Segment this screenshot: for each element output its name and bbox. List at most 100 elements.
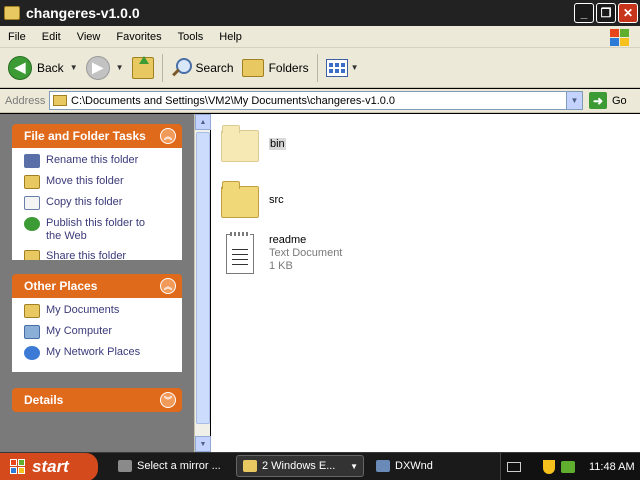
search-icon: [171, 57, 192, 78]
windows-logo-icon: [604, 26, 634, 48]
toolbar-separator: [161, 53, 163, 82]
go-arrow-icon: ➜: [589, 92, 607, 109]
group-title: Other Places: [24, 279, 98, 293]
app-icon: [376, 460, 390, 472]
task-label: Select a mirror ...: [137, 460, 221, 472]
folder-icon: [4, 6, 20, 20]
details-group: Details ︾: [12, 388, 182, 412]
file-name-wrap: src: [269, 194, 284, 207]
menu-help[interactable]: Help: [211, 31, 250, 43]
keyboard-icon[interactable]: [507, 462, 521, 472]
app-icon: [118, 460, 132, 472]
window-title: changeres-v1.0.0: [26, 5, 140, 21]
address-dropdown-icon[interactable]: ▼: [566, 92, 582, 109]
views-button[interactable]: ▼: [322, 51, 363, 85]
task-share-folder[interactable]: Share this folder: [24, 250, 182, 260]
my-documents-icon: [24, 304, 40, 318]
task-label: 2 Windows E...: [262, 460, 336, 472]
group-dropdown-icon: ▼: [350, 461, 358, 471]
file-item-readme[interactable]: readme Text Document 1 KB: [221, 232, 342, 274]
forward-arrow-icon: ▶: [85, 55, 110, 80]
go-button[interactable]: ➜ Go: [589, 92, 627, 109]
network-icon[interactable]: [561, 461, 575, 473]
back-button[interactable]: ◀ Back ▼: [4, 51, 82, 85]
file-info: readme Text Document 1 KB: [269, 234, 342, 273]
rename-icon: [24, 154, 40, 168]
search-label: Search: [195, 60, 234, 75]
back-dropdown-icon[interactable]: ▼: [70, 63, 78, 72]
title-bar[interactable]: changeres-v1.0.0 _ ❐ ✕: [0, 0, 640, 26]
up-folder-icon: [131, 55, 154, 79]
other-places-body: My Documents My Computer My Network Plac…: [12, 298, 182, 372]
up-folder-button[interactable]: [128, 51, 158, 85]
address-bar: Address C:\Documents and Settings\VM2\My…: [0, 89, 640, 113]
scroll-thumb[interactable]: [196, 132, 210, 424]
menu-bar: File Edit View Favorites Tools Help: [0, 26, 640, 48]
clock[interactable]: 11:48 AM: [589, 461, 635, 473]
address-input[interactable]: C:\Documents and Settings\VM2\My Documen…: [49, 91, 583, 110]
file-type: Text Document: [269, 247, 343, 259]
go-label: Go: [612, 94, 627, 107]
scroll-up-icon[interactable]: ▲: [195, 114, 211, 130]
system-tray: 11:48 AM: [500, 453, 640, 480]
place-my-computer[interactable]: My Computer: [24, 325, 182, 339]
address-label: Address: [5, 94, 46, 107]
toolbar: ◀ Back ▼ ▶ ▼ Search Folders ▼: [0, 48, 640, 88]
task-rename-folder[interactable]: Rename this folder: [24, 154, 182, 168]
close-button[interactable]: ✕: [618, 3, 638, 23]
copy-icon: [24, 196, 40, 210]
taskbar: start Select a mirror ... 2 Windows E...…: [0, 452, 640, 480]
menu-tools[interactable]: Tools: [170, 31, 212, 43]
address-path: C:\Documents and Settings\VM2\My Documen…: [71, 94, 396, 107]
details-header[interactable]: Details ︾: [12, 388, 182, 412]
forward-button[interactable]: ▶ ▼: [82, 51, 128, 85]
other-places-group: Other Places ︽ My Documents My Computer …: [12, 274, 182, 372]
group-title: Details: [24, 393, 64, 407]
task-label: Copy this folder: [46, 196, 123, 208]
share-icon: [24, 250, 40, 260]
windows-logo-icon: [10, 459, 26, 475]
menu-view[interactable]: View: [69, 31, 109, 43]
publish-icon: [24, 217, 40, 231]
file-folder-tasks-header[interactable]: File and Folder Tasks ︽: [12, 124, 182, 148]
security-shield-icon[interactable]: [543, 460, 555, 474]
file-item-bin[interactable]: bin: [221, 125, 286, 162]
start-button[interactable]: start: [0, 453, 98, 480]
menu-edit[interactable]: Edit: [34, 31, 69, 43]
taskbar-item-mirror[interactable]: Select a mirror ...: [112, 455, 230, 477]
search-button[interactable]: Search: [167, 51, 238, 85]
folders-button[interactable]: Folders: [238, 51, 313, 85]
file-folder-tasks-group: File and Folder Tasks ︽ Rename this fold…: [12, 124, 182, 260]
taskbar-item-explorer[interactable]: 2 Windows E... ▼: [236, 455, 364, 477]
maximize-button[interactable]: ❐: [596, 3, 616, 23]
minimize-button[interactable]: _: [574, 3, 594, 23]
place-my-documents[interactable]: My Documents: [24, 304, 182, 318]
task-label: Rename this folder: [46, 154, 139, 166]
start-label: start: [32, 457, 69, 476]
menu-file[interactable]: File: [0, 31, 34, 43]
task-move-folder[interactable]: Move this folder: [24, 175, 182, 189]
my-network-icon: [24, 346, 40, 360]
views-icon: [325, 58, 348, 77]
other-places-header[interactable]: Other Places ︽: [12, 274, 182, 298]
menu-favorites[interactable]: Favorites: [108, 31, 169, 43]
task-publish-folder[interactable]: Publish this folder to the Web: [24, 217, 182, 243]
text-document-icon: [226, 232, 254, 274]
scroll-down-icon[interactable]: ▼: [195, 436, 211, 452]
folder-icon: [243, 460, 257, 472]
file-item-src[interactable]: src: [221, 181, 284, 218]
task-pane-scrollbar[interactable]: ▲ ▼: [194, 114, 211, 452]
place-my-network[interactable]: My Network Places: [24, 346, 182, 360]
collapse-chevron-icon[interactable]: ︽: [160, 278, 176, 294]
move-icon: [24, 175, 40, 189]
collapse-chevron-icon[interactable]: ︽: [160, 128, 176, 144]
taskbar-item-dxwnd[interactable]: DXWnd: [370, 455, 488, 477]
forward-dropdown-icon[interactable]: ▼: [116, 63, 124, 72]
expand-chevron-icon[interactable]: ︾: [160, 392, 176, 408]
back-arrow-icon: ◀: [8, 55, 32, 80]
place-label: My Network Places: [46, 346, 141, 358]
task-copy-folder[interactable]: Copy this folder: [24, 196, 182, 210]
my-computer-icon: [24, 325, 40, 339]
task-label: DXWnd: [395, 460, 433, 472]
back-label: Back: [37, 60, 64, 75]
